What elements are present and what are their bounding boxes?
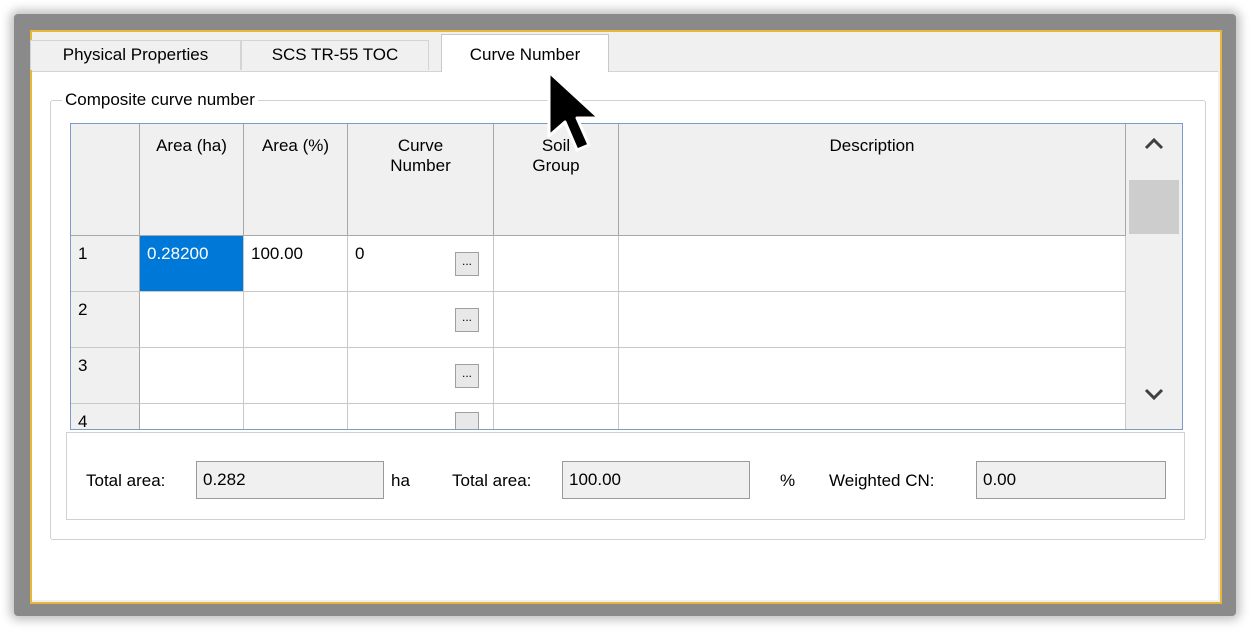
cell-curve-number[interactable] <box>348 404 494 429</box>
col-header-curve-number[interactable]: Curve Number <box>348 124 494 236</box>
row-header[interactable]: 1 <box>71 236 140 292</box>
col-header-label: Description <box>829 136 915 155</box>
scroll-up-icon[interactable] <box>1126 132 1182 176</box>
col-header-area-pct[interactable]: Area (%) <box>244 124 348 236</box>
row-header[interactable]: 3 <box>71 348 140 404</box>
cell-description[interactable] <box>619 292 1126 348</box>
col-header-label: Number <box>390 156 451 175</box>
tab-curve-number[interactable]: Curve Number <box>441 34 609 72</box>
cell-curve-number-value: 0 <box>355 244 365 263</box>
cell-description[interactable] <box>619 404 1126 429</box>
cell-description[interactable] <box>619 236 1126 292</box>
ellipsis-button[interactable]: ... <box>455 364 479 388</box>
tab-scs-tr55-toc[interactable]: SCS TR-55 TOC <box>241 40 429 70</box>
total-area-field[interactable]: 0.282 <box>196 461 384 499</box>
row-header[interactable]: 4 <box>71 404 140 429</box>
cell-area-pct[interactable]: 100.00 <box>244 236 348 292</box>
col-header-area-ha[interactable]: Area (ha) <box>140 124 244 236</box>
ellipsis-button[interactable]: ... <box>455 252 479 276</box>
col-header-description[interactable]: Description <box>619 124 1126 236</box>
cell-curve-number[interactable]: ... <box>348 348 494 404</box>
cell-soil-group[interactable] <box>494 236 619 292</box>
scrollbar-thumb[interactable] <box>1129 180 1179 234</box>
cell-area-ha[interactable] <box>140 348 244 404</box>
total-pct-field[interactable]: 100.00 <box>562 461 750 499</box>
tab-physical-properties[interactable]: Physical Properties <box>30 40 241 70</box>
cell-area-pct[interactable] <box>244 292 348 348</box>
cell-soil-group[interactable] <box>494 404 619 429</box>
cell-soil-group[interactable] <box>494 348 619 404</box>
total-area-unit: ha <box>391 471 410 490</box>
mouse-cursor-icon <box>545 70 615 165</box>
corner-header <box>71 124 140 236</box>
scroll-down-icon[interactable] <box>1126 382 1182 426</box>
ellipsis-button[interactable]: ... <box>455 308 479 332</box>
cell-area-ha[interactable] <box>140 292 244 348</box>
total-pct-unit: % <box>780 471 796 490</box>
cell-curve-number[interactable]: 0 ... <box>348 236 494 292</box>
cell-soil-group[interactable] <box>494 292 619 348</box>
col-header-label: Curve <box>397 136 444 155</box>
ellipsis-button[interactable] <box>455 412 479 429</box>
cell-area-ha[interactable]: 0.28200 <box>140 236 244 292</box>
cell-description[interactable] <box>619 348 1126 404</box>
total-area-label: Total area: <box>86 471 166 490</box>
cell-curve-number[interactable]: ... <box>348 292 494 348</box>
cell-area-ha[interactable] <box>140 404 244 429</box>
weighted-cn-label: Weighted CN: <box>829 471 935 490</box>
vertical-scrollbar[interactable] <box>1126 124 1182 429</box>
row-header[interactable]: 2 <box>71 292 140 348</box>
cell-area-pct[interactable] <box>244 348 348 404</box>
weighted-cn-field[interactable]: 0.00 <box>976 461 1166 499</box>
col-header-label: Area (ha) <box>156 136 227 155</box>
curve-number-grid: Area (ha) Area (%) Curve Number Soil Gro… <box>70 123 1183 430</box>
total-pct-label: Total area: <box>452 471 532 490</box>
cell-area-pct[interactable] <box>244 404 348 429</box>
group-title: Composite curve number <box>62 88 258 112</box>
col-header-label: Area (%) <box>261 136 330 155</box>
